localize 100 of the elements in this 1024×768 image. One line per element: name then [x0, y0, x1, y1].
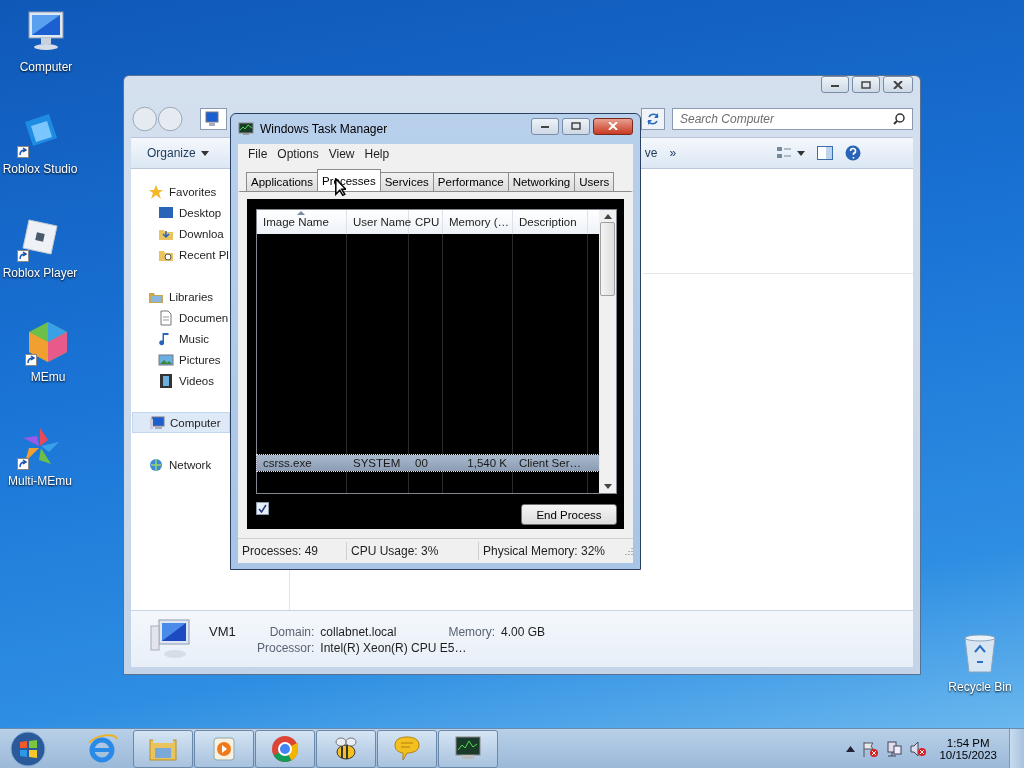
desktop-icon	[158, 204, 174, 221]
shortcut-arrow-icon	[17, 250, 29, 262]
toolbar-button[interactable]: ve	[644, 143, 664, 163]
maximize-icon	[571, 122, 581, 130]
scrollbar[interactable]	[599, 210, 616, 493]
minimize-button[interactable]	[821, 76, 849, 93]
minimize-button[interactable]	[531, 117, 559, 135]
maximize-icon	[861, 80, 871, 89]
table-cell-text: csrss.exe	[262, 457, 313, 469]
computer-icon	[203, 111, 220, 127]
network-icon	[148, 456, 164, 473]
window-title: Windows Task Manager	[260, 122, 388, 136]
column-header[interactable]: Memory (…	[443, 210, 513, 234]
field-label: Domain:	[269, 624, 315, 639]
column-header[interactable]: Description	[513, 210, 588, 234]
sidebar-item[interactable]: Computer	[132, 412, 230, 433]
refresh-button[interactable]	[641, 108, 665, 130]
sidebar-item[interactable]: Videos	[131, 370, 214, 391]
clock[interactable]: 1:54 PM 10/15/2023	[933, 737, 1003, 761]
maximize-button[interactable]	[562, 117, 590, 135]
film-icon	[158, 372, 174, 389]
sidebar-item[interactable]: Downloa	[131, 223, 224, 244]
network-icon[interactable]	[885, 740, 904, 758]
close-icon	[608, 122, 618, 130]
taskbar-button[interactable]	[316, 730, 376, 768]
refresh-icon	[646, 112, 661, 126]
desktop-icon-label[interactable]: Multi-MEmu	[8, 474, 72, 488]
sidebar-item[interactable]: Desktop	[131, 202, 222, 223]
close-button[interactable]	[883, 76, 913, 93]
checkmark-icon	[258, 504, 267, 513]
overflow-button[interactable]: »	[663, 143, 683, 163]
speaker-muted-icon[interactable]	[909, 740, 928, 758]
tab[interactable]: Users	[574, 172, 615, 191]
menu-item[interactable]: View	[325, 147, 358, 161]
computer-name: VM1	[209, 623, 237, 639]
browser-e-icon	[86, 733, 118, 765]
circle-logo-icon	[269, 733, 301, 765]
shortcut-arrow-icon	[17, 146, 29, 158]
picture-icon	[158, 351, 174, 368]
sidebar-item[interactable]: Pictures	[131, 349, 221, 370]
sidebar-item[interactable]: Network	[131, 454, 212, 475]
view-icon	[776, 146, 793, 160]
scroll-up-icon	[603, 214, 612, 219]
status-text: Physical Memory: 32%	[482, 543, 607, 560]
column-header[interactable]: User Name	[347, 210, 409, 234]
scrollbar-thumb[interactable]	[600, 222, 615, 296]
maximize-button[interactable]	[852, 76, 880, 93]
close-icon	[893, 80, 903, 89]
minimize-icon	[540, 123, 550, 129]
scroll-down-icon	[603, 484, 612, 489]
table-cell-text: 00	[414, 457, 429, 469]
tab[interactable]: Performance	[432, 172, 509, 191]
caret-icon	[200, 150, 209, 156]
taskbar-button[interactable]	[438, 730, 498, 768]
resize-grip-icon	[625, 547, 633, 555]
desktop-icon-label[interactable]: Computer	[19, 60, 73, 74]
menu-item[interactable]: File	[245, 147, 271, 161]
computer-icon	[149, 414, 165, 431]
status-text: Processes: 49	[238, 542, 347, 560]
shortcut-arrow-icon	[25, 354, 37, 366]
sort-arrow-icon	[297, 211, 305, 215]
tab[interactable]: Networking	[507, 172, 576, 191]
menu-item[interactable]: Help	[361, 147, 393, 161]
checkbox[interactable]	[256, 502, 269, 515]
organize-button[interactable]: Organize	[141, 143, 215, 163]
desktop-icon-label[interactable]: MEmu	[30, 370, 66, 384]
tab[interactable]: Services	[379, 172, 434, 191]
close-button[interactable]	[593, 117, 633, 135]
document-icon	[158, 309, 174, 326]
help-icon	[845, 145, 862, 161]
pane-icon	[817, 146, 834, 160]
column-header[interactable]: Image Name	[257, 210, 347, 234]
table-cell-text: SYSTEM	[352, 457, 402, 469]
process-row[interactable]: csrss.exe SYSTEM 00 1,540 K Client Ser…	[257, 455, 599, 471]
caret-icon	[797, 150, 806, 156]
shortcut-arrow-icon	[17, 458, 29, 470]
menu-item[interactable]: Options	[274, 147, 322, 161]
end-process-button[interactable]: End Process	[521, 504, 617, 525]
star-icon	[148, 183, 164, 200]
desktop-icon-label[interactable]: Roblox Player	[2, 266, 78, 280]
show-hidden-icons-icon[interactable]	[846, 746, 856, 752]
field-label: Processor:	[257, 640, 315, 655]
table-cell-text: Client Ser…	[518, 457, 582, 469]
field-label: Memory:	[448, 624, 496, 639]
address-field[interactable]	[199, 108, 228, 130]
sidebar-item[interactable]: Recent Pl	[131, 244, 229, 265]
sidebar-item[interactable]: Documen	[131, 307, 229, 328]
field-value: collabnet.local	[320, 624, 397, 639]
search-field[interactable]: Search Computer	[672, 108, 913, 130]
sidebar-item[interactable]: Music	[131, 328, 210, 349]
tab[interactable]: Applications	[246, 172, 318, 191]
field-value: 4.00 GB	[501, 624, 546, 639]
flag-error-icon[interactable]	[861, 740, 880, 758]
field-value: Intel(R) Xeon(R) CPU E5…	[320, 640, 468, 655]
table-cell-text: 1,540 K	[466, 457, 508, 469]
start-button-icon[interactable]	[8, 729, 48, 768]
sidebar-item[interactable]: Libraries	[131, 286, 214, 307]
desktop-icon-label[interactable]: Roblox Studio	[2, 162, 78, 176]
task-manager-icon	[238, 122, 254, 136]
sidebar-item[interactable]: Favorites	[131, 181, 217, 202]
